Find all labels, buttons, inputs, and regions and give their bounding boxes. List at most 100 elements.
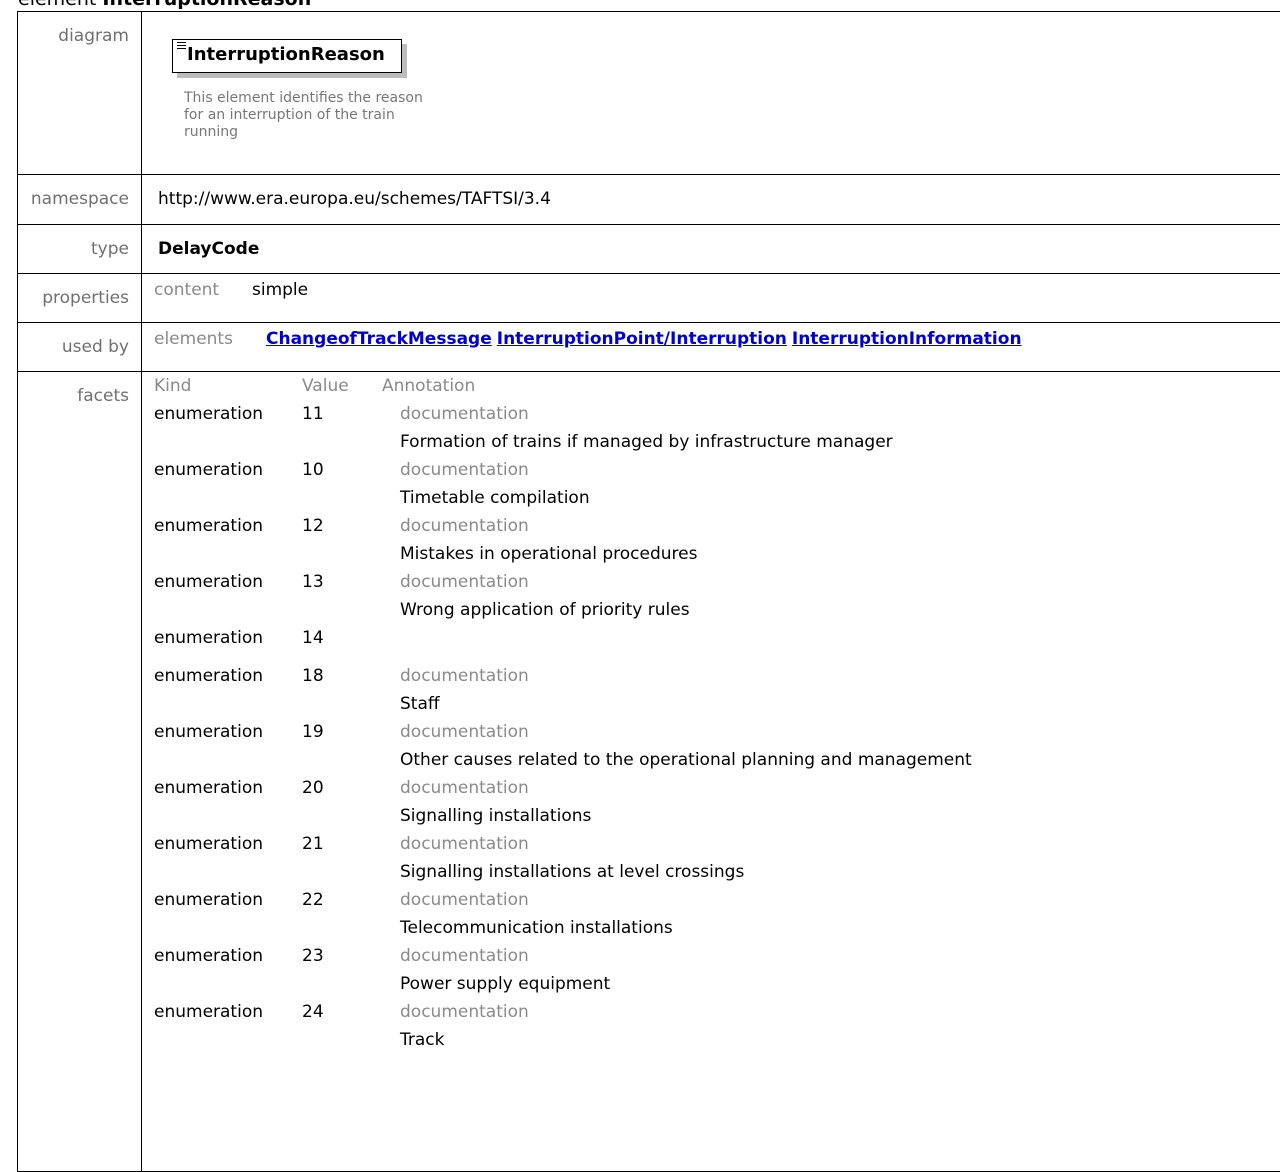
property-key: content: [154, 280, 252, 300]
facet-value: 12: [302, 512, 382, 568]
documentation-label: documentation: [400, 568, 1280, 596]
facet-row: enumeration12documentationMistakes in op…: [154, 512, 1280, 568]
properties-label: properties: [18, 274, 142, 323]
facets-header-kind: Kind: [154, 376, 302, 396]
facet-row: enumeration10documentationTimetable comp…: [154, 456, 1280, 512]
properties-row: properties contentsimple: [18, 274, 1280, 323]
facets-table: Kind Value Annotation enumeration11docum…: [142, 372, 1280, 1054]
facet-row: enumeration23documentationPower supply e…: [154, 942, 1280, 998]
documentation-text: Wrong application of priority rules: [400, 596, 1280, 624]
facet-value: 22: [302, 886, 382, 942]
facet-annotation: documentationStaff: [382, 662, 1280, 718]
facet-kind: enumeration: [154, 568, 302, 624]
type-row: type DelayCode: [18, 225, 1280, 274]
documentation-label: documentation: [400, 456, 1280, 484]
facet-annotation: documentationPower supply equipment: [382, 942, 1280, 998]
documentation-label: documentation: [400, 998, 1280, 1026]
documentation-text: Mistakes in operational procedures: [400, 540, 1280, 568]
facet-value: 24: [302, 998, 382, 1054]
facet-kind: enumeration: [154, 718, 302, 774]
diagram-label: diagram: [18, 12, 142, 175]
facet-row: enumeration18documentationStaff: [154, 662, 1280, 718]
facet-value: 11: [302, 400, 382, 456]
used-by-kind: elements: [154, 329, 266, 349]
documentation-label: documentation: [400, 400, 1280, 428]
namespace-row: namespace http://www.era.europa.eu/schem…: [18, 175, 1280, 225]
facet-value: 10: [302, 456, 382, 512]
facet-value: 13: [302, 568, 382, 624]
diagram-cell: InterruptionReason This element identifi…: [142, 12, 1280, 175]
page-heading: element InterruptionReason: [18, 0, 311, 10]
type-label: type: [18, 225, 142, 274]
facet-value: 20: [302, 774, 382, 830]
element-lines-icon: [177, 42, 186, 51]
facet-kind: enumeration: [154, 830, 302, 886]
facet-kind: enumeration: [154, 512, 302, 568]
facet-row: enumeration19documentationOther causes r…: [154, 718, 1280, 774]
facets-header-annotation: Annotation: [382, 376, 1280, 396]
facet-annotation: documentationMistakes in operational pro…: [382, 512, 1280, 568]
heading-element-name: InterruptionReason: [102, 0, 311, 10]
facet-annotation: documentationOther causes related to the…: [382, 718, 1280, 774]
facet-kind: enumeration: [154, 456, 302, 512]
facet-value: 23: [302, 942, 382, 998]
facet-annotation: documentationTrack: [382, 998, 1280, 1054]
facet-value: 19: [302, 718, 382, 774]
documentation-text: Staff: [400, 690, 1280, 718]
diagram-row: diagram InterruptionReason This element …: [18, 12, 1280, 175]
documentation-label: documentation: [400, 886, 1280, 914]
namespace-value: http://www.era.europa.eu/schemes/TAFTSI/…: [158, 175, 1280, 209]
element-details-table: diagram InterruptionReason This element …: [17, 11, 1280, 1172]
facet-annotation: documentationTelecommunication installat…: [382, 886, 1280, 942]
facet-row: enumeration14: [154, 624, 1280, 662]
facet-annotation: documentationSignalling installations at…: [382, 830, 1280, 886]
facets-header: Kind Value Annotation: [154, 372, 1280, 400]
documentation-label: documentation: [400, 830, 1280, 858]
used-by-list: elementsChangeofTrackMessageInterruption…: [142, 323, 1280, 349]
facets-header-value: Value: [302, 376, 382, 396]
facet-annotation: documentationTimetable compilation: [382, 456, 1280, 512]
documentation-text: Timetable compilation: [400, 484, 1280, 512]
facet-kind: enumeration: [154, 400, 302, 456]
facet-row: enumeration13documentationWrong applicat…: [154, 568, 1280, 624]
facet-row: enumeration11documentationFormation of t…: [154, 400, 1280, 456]
facet-row: enumeration20documentationSignalling ins…: [154, 774, 1280, 830]
facet-value: 21: [302, 830, 382, 886]
facet-kind: enumeration: [154, 774, 302, 830]
element-node-name: InterruptionReason: [187, 44, 385, 65]
documentation-label: documentation: [400, 512, 1280, 540]
facet-annotation: documentationWrong application of priori…: [382, 568, 1280, 624]
facet-kind: enumeration: [154, 662, 302, 718]
element-node-documentation: This element identifies the reason for a…: [184, 90, 424, 141]
documentation-text: Telecommunication installations: [400, 914, 1280, 942]
documentation-text: Signalling installations at level crossi…: [400, 858, 1280, 886]
facet-row: enumeration24documentationTrack: [154, 998, 1280, 1054]
facets-row: facets Kind Value Annotation enumeration…: [18, 372, 1280, 1172]
link-interruptioninformation[interactable]: InterruptionInformation: [792, 329, 1022, 349]
documentation-label: documentation: [400, 718, 1280, 746]
link-interruptionpoint-interruption[interactable]: InterruptionPoint/Interruption: [497, 329, 787, 349]
facet-annotation: [382, 624, 1280, 662]
property-content: contentsimple: [142, 274, 1280, 300]
facet-kind: enumeration: [154, 886, 302, 942]
facet-value: 14: [302, 624, 382, 662]
link-changeoftrackmessage[interactable]: ChangeofTrackMessage: [266, 329, 492, 349]
facets-rows: enumeration11documentationFormation of t…: [154, 400, 1280, 1054]
facet-value: 18: [302, 662, 382, 718]
facet-kind: enumeration: [154, 942, 302, 998]
facets-label: facets: [18, 372, 142, 1172]
type-value: DelayCode: [158, 225, 1280, 259]
facet-kind: enumeration: [154, 998, 302, 1054]
documentation-text: Other causes related to the operational …: [400, 746, 1280, 774]
facet-annotation: documentationFormation of trains if mana…: [382, 400, 1280, 456]
documentation-label: documentation: [400, 942, 1280, 970]
facet-row: enumeration21documentationSignalling ins…: [154, 830, 1280, 886]
documentation-text: Formation of trains if managed by infras…: [400, 428, 1280, 456]
facet-row: enumeration22documentationTelecommunicat…: [154, 886, 1280, 942]
documentation-label: documentation: [400, 662, 1280, 690]
documentation-text: Power supply equipment: [400, 970, 1280, 998]
used-by-label: used by: [18, 323, 142, 372]
facet-kind: enumeration: [154, 624, 302, 662]
schema-diagram: InterruptionReason This element identifi…: [142, 12, 1280, 174]
element-node[interactable]: InterruptionReason: [172, 39, 402, 73]
